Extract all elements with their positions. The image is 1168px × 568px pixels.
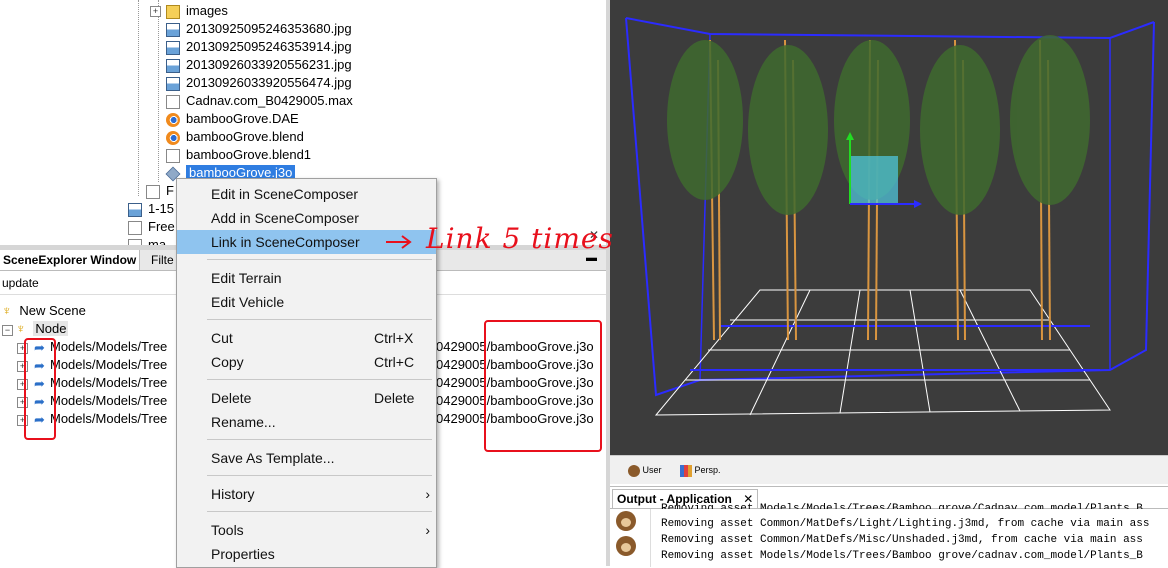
scene-icon: ♆ [2, 303, 12, 318]
tree-item-blend[interactable]: bambooGrove.blend [166, 128, 304, 146]
menu-item-history[interactable]: History › [177, 482, 436, 506]
tree-item-partial-1[interactable]: F [146, 182, 174, 200]
file-icon [146, 184, 160, 199]
log-line: Removing asset Common/MatDefs/Light/Ligh… [661, 518, 1150, 530]
file-icon [166, 94, 180, 109]
image-file-icon [166, 22, 180, 37]
monkey-icon[interactable] [616, 536, 636, 556]
viewport-toolbar: User Persp. [610, 455, 1168, 484]
folder-icon [166, 4, 180, 19]
tree-item-new-scene[interactable]: ♆ New Scene [2, 302, 86, 320]
tab-scene-explorer[interactable]: SceneExplorer Window [0, 250, 141, 270]
chevron-right-icon: › [425, 522, 430, 538]
chevron-right-icon: › [425, 486, 430, 502]
image-file-icon [166, 76, 180, 91]
log-line: Removing asset Models/Models/Trees/Bambo… [661, 550, 1143, 562]
tab-filter[interactable]: Filte [148, 250, 178, 270]
update-button[interactable]: update [0, 276, 39, 290]
tree-item-jpg-3[interactable]: 20130926033920556231.jpg [166, 56, 352, 74]
tree-item-jpg-1[interactable]: 20130925095246353680.jpg [166, 20, 352, 38]
scene-viewport[interactable] [610, 0, 1168, 455]
menu-item-edit-in-scenecomposer[interactable]: Edit in SceneComposer [177, 182, 436, 206]
menu-item-delete[interactable]: Delete Delete [177, 386, 436, 410]
monkey-icon[interactable] [616, 511, 636, 531]
menu-item-edit-vehicle[interactable]: Edit Vehicle [177, 290, 436, 314]
tree-item-jpg-4[interactable]: 20130926033920556474.jpg [166, 74, 352, 92]
tree-item-dae[interactable]: bambooGrove.DAE [166, 110, 299, 128]
tree-item-images[interactable]: images [166, 2, 228, 20]
menu-item-add-in-scenecomposer[interactable]: Add in SceneComposer [177, 206, 436, 230]
file-icon [166, 148, 180, 163]
menu-item-rename[interactable]: Rename... [177, 410, 436, 434]
annotation-highlight-arrows [24, 338, 56, 440]
node-icon: ♆ [16, 321, 26, 336]
camera-user-button[interactable]: User [628, 462, 662, 478]
menu-item-copy[interactable]: Copy Ctrl+C [177, 350, 436, 374]
menu-item-properties[interactable]: Properties [177, 542, 436, 566]
menu-item-cut[interactable]: Cut Ctrl+X [177, 326, 436, 350]
tree-item-partial-4[interactable]: ma [128, 236, 166, 245]
viewport-render [625, 17, 1155, 416]
annotation-highlight-paths [484, 320, 602, 452]
annotation-arrow [386, 235, 412, 249]
image-file-icon [128, 202, 142, 217]
camera-user-icon [628, 464, 640, 477]
file-icon [128, 220, 142, 235]
image-file-icon [166, 40, 180, 55]
perspective-icon [680, 464, 692, 477]
tree-item-partial-2[interactable]: 1-15 [128, 200, 174, 218]
log-line: Removing asset Models/Models/Trees/Bambo… [661, 503, 1143, 509]
collapse-toggle[interactable]: − [2, 325, 13, 336]
log-line: Removing asset Common/MatDefs/Misc/Unsha… [661, 534, 1143, 546]
menu-item-tools[interactable]: Tools › [177, 518, 436, 542]
tree-item-jpg-2[interactable]: 20130925095246353914.jpg [166, 38, 352, 56]
expand-toggle[interactable]: + [150, 6, 161, 17]
perspective-button[interactable]: Persp. [680, 462, 721, 478]
tree-item-node[interactable]: ♆ Node [16, 320, 69, 338]
blender-icon [166, 130, 180, 145]
annotation-text: Link 5 times [426, 222, 614, 255]
output-panel: Output - Application ✕ Removing asset Mo… [610, 486, 1168, 567]
menu-item-save-as-template[interactable]: Save As Template... [177, 446, 436, 470]
blender-icon [166, 112, 180, 127]
menu-item-edit-terrain[interactable]: Edit Terrain [177, 266, 436, 290]
tree-item-max[interactable]: Cadnav.com_B0429005.max [166, 92, 353, 110]
tree-item-blend1[interactable]: bambooGrove.blend1 [166, 146, 311, 164]
image-file-icon [166, 58, 180, 73]
tree-item-partial-3[interactable]: Free [128, 218, 175, 236]
